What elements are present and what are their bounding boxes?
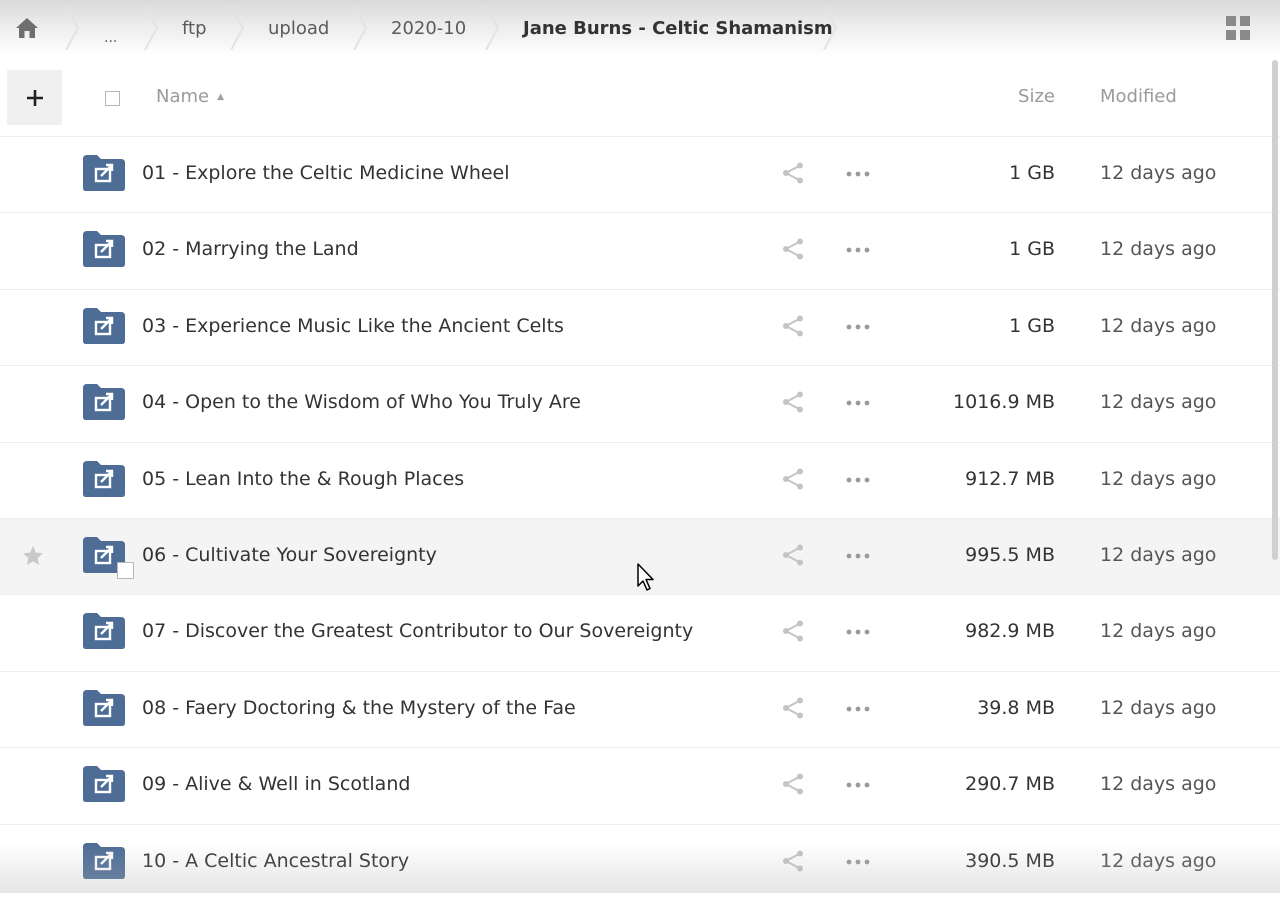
file-row[interactable]: 08 - Faery Doctoring & the Mystery of th… [0, 670, 1280, 747]
shared-folder-icon [83, 307, 125, 344]
more-options-icon[interactable] [846, 553, 870, 559]
file-row[interactable]: 04 - Open to the Wisdom of Who You Truly… [0, 365, 1280, 441]
row-select-checkbox[interactable] [117, 562, 134, 579]
file-name[interactable]: 04 - Open to the Wisdom of Who You Truly… [142, 391, 581, 413]
home-button[interactable] [12, 14, 42, 42]
share-icon[interactable] [781, 237, 805, 261]
plus-icon [26, 89, 43, 106]
file-size: 912.7 MB [965, 467, 1055, 490]
file-row[interactable]: 10 - A Celtic Ancestral Story 390.5 MB 12 … [0, 823, 1280, 900]
breadcrumb-separator [230, 6, 245, 50]
file-row[interactable]: 05 - Lean Into the & Rough Places 912.7 M… [0, 441, 1280, 518]
breadcrumb-separator [65, 6, 80, 50]
breadcrumb-separator [823, 6, 838, 50]
file-list-header: Name ▲ Size Modified [0, 66, 1280, 130]
share-icon[interactable] [781, 314, 805, 338]
breadcrumb-item-upload[interactable]: upload [268, 0, 329, 56]
file-size: 390.5 MB [965, 849, 1055, 872]
file-name[interactable]: 09 - Alive & Well in Scotland [142, 773, 410, 795]
file-name[interactable]: 03 - Experience Music Like the Ancient C… [142, 315, 564, 337]
breadcrumb-item-ftp[interactable]: ftp [182, 0, 207, 56]
file-size: 995.5 MB [965, 544, 1055, 566]
breadcrumb-separator [144, 6, 159, 50]
new-button[interactable] [7, 70, 62, 125]
share-icon[interactable] [781, 543, 805, 567]
more-options-icon[interactable] [846, 477, 870, 483]
shared-folder-icon [83, 460, 125, 497]
shared-folder-icon [83, 613, 125, 650]
shared-folder-icon [83, 384, 125, 421]
shared-folder-icon [83, 231, 125, 268]
more-options-icon[interactable] [846, 247, 870, 253]
file-modified: 12 days ago [1100, 391, 1217, 414]
sort-by-name[interactable]: Name ▲ [156, 86, 224, 107]
file-row[interactable]: 07 - Discover the Greatest Contributor t… [0, 594, 1280, 670]
more-options-icon[interactable] [846, 706, 870, 712]
share-icon[interactable] [781, 161, 805, 185]
file-name[interactable]: 06 - Cultivate Your Sovereignty [142, 544, 437, 566]
more-options-icon[interactable] [846, 171, 870, 177]
file-modified: 12 days ago [1100, 314, 1217, 337]
sort-by-size[interactable]: Size [900, 86, 1055, 107]
shared-folder-icon [83, 766, 125, 803]
file-modified: 12 days ago [1100, 467, 1217, 490]
file-size: 1 GB [1009, 238, 1055, 261]
file-size: 982.9 MB [965, 620, 1055, 643]
share-icon[interactable] [781, 696, 805, 720]
file-name[interactable]: 08 - Faery Doctoring & the Mystery of th… [142, 697, 576, 719]
file-modified: 12 days ago [1100, 162, 1217, 184]
breadcrumb-item-current[interactable]: Jane Burns - Celtic Shamanism [523, 0, 833, 56]
grid-view-icon[interactable] [1226, 16, 1250, 40]
home-icon [16, 18, 38, 38]
file-size: 39.8 MB [977, 696, 1055, 719]
more-options-icon[interactable] [846, 782, 870, 788]
mouse-cursor-icon [637, 563, 654, 591]
share-icon[interactable] [781, 467, 805, 491]
share-icon[interactable] [781, 390, 805, 414]
file-name[interactable]: 01 - Explore the Celtic Medicine Wheel [142, 162, 510, 184]
file-name[interactable]: 05 - Lean Into the & Rough Places [142, 468, 464, 490]
breadcrumb-separator [353, 6, 368, 50]
breadcrumb-bar: ... ftp upload 2020-10 Jane Burns - Celt… [0, 0, 1280, 56]
scrollbar[interactable] [1272, 60, 1278, 560]
file-size: 290.7 MB [965, 773, 1055, 796]
file-size: 1 GB [1009, 162, 1055, 184]
file-row[interactable]: 02 - Marrying the Land 1 GB 12 days ago [0, 212, 1280, 288]
shared-folder-icon [83, 689, 125, 726]
more-options-icon[interactable] [846, 859, 870, 865]
file-size: 1 GB [1009, 314, 1055, 337]
select-all-checkbox[interactable] [105, 91, 120, 106]
star-icon[interactable] [22, 545, 44, 567]
shared-folder-icon [83, 155, 125, 191]
breadcrumb-separator [485, 6, 500, 50]
more-options-icon[interactable] [846, 629, 870, 635]
sort-ascending-icon: ▲ [217, 92, 225, 102]
shared-folder-icon [83, 842, 125, 879]
file-row[interactable]: 03 - Experience Music Like the Ancient C… [0, 288, 1280, 365]
file-name[interactable]: 07 - Discover the Greatest Contributor t… [142, 620, 693, 642]
file-modified: 12 days ago [1100, 620, 1217, 643]
file-size: 1016.9 MB [953, 391, 1055, 414]
file-row[interactable]: 09 - Alive & Well in Scotland 290.7 MB 12 … [0, 747, 1280, 823]
file-modified: 12 days ago [1100, 544, 1217, 566]
file-row[interactable]: 01 - Explore the Celtic Medicine Wheel 1 … [0, 136, 1280, 212]
share-icon[interactable] [781, 849, 805, 873]
file-modified: 12 days ago [1100, 849, 1217, 872]
breadcrumb-item-2020-10[interactable]: 2020-10 [391, 0, 466, 56]
file-name[interactable]: 02 - Marrying the Land [142, 238, 359, 260]
file-modified: 12 days ago [1100, 696, 1217, 719]
share-icon[interactable] [781, 619, 805, 643]
share-icon[interactable] [781, 772, 805, 796]
file-modified: 12 days ago [1100, 773, 1217, 796]
file-name[interactable]: 10 - A Celtic Ancestral Story [142, 850, 409, 872]
file-modified: 12 days ago [1100, 238, 1217, 261]
name-column-label: Name [156, 86, 210, 107]
more-options-icon[interactable] [846, 324, 870, 330]
sort-by-modified[interactable]: Modified [1100, 86, 1177, 107]
more-options-icon[interactable] [846, 400, 870, 406]
